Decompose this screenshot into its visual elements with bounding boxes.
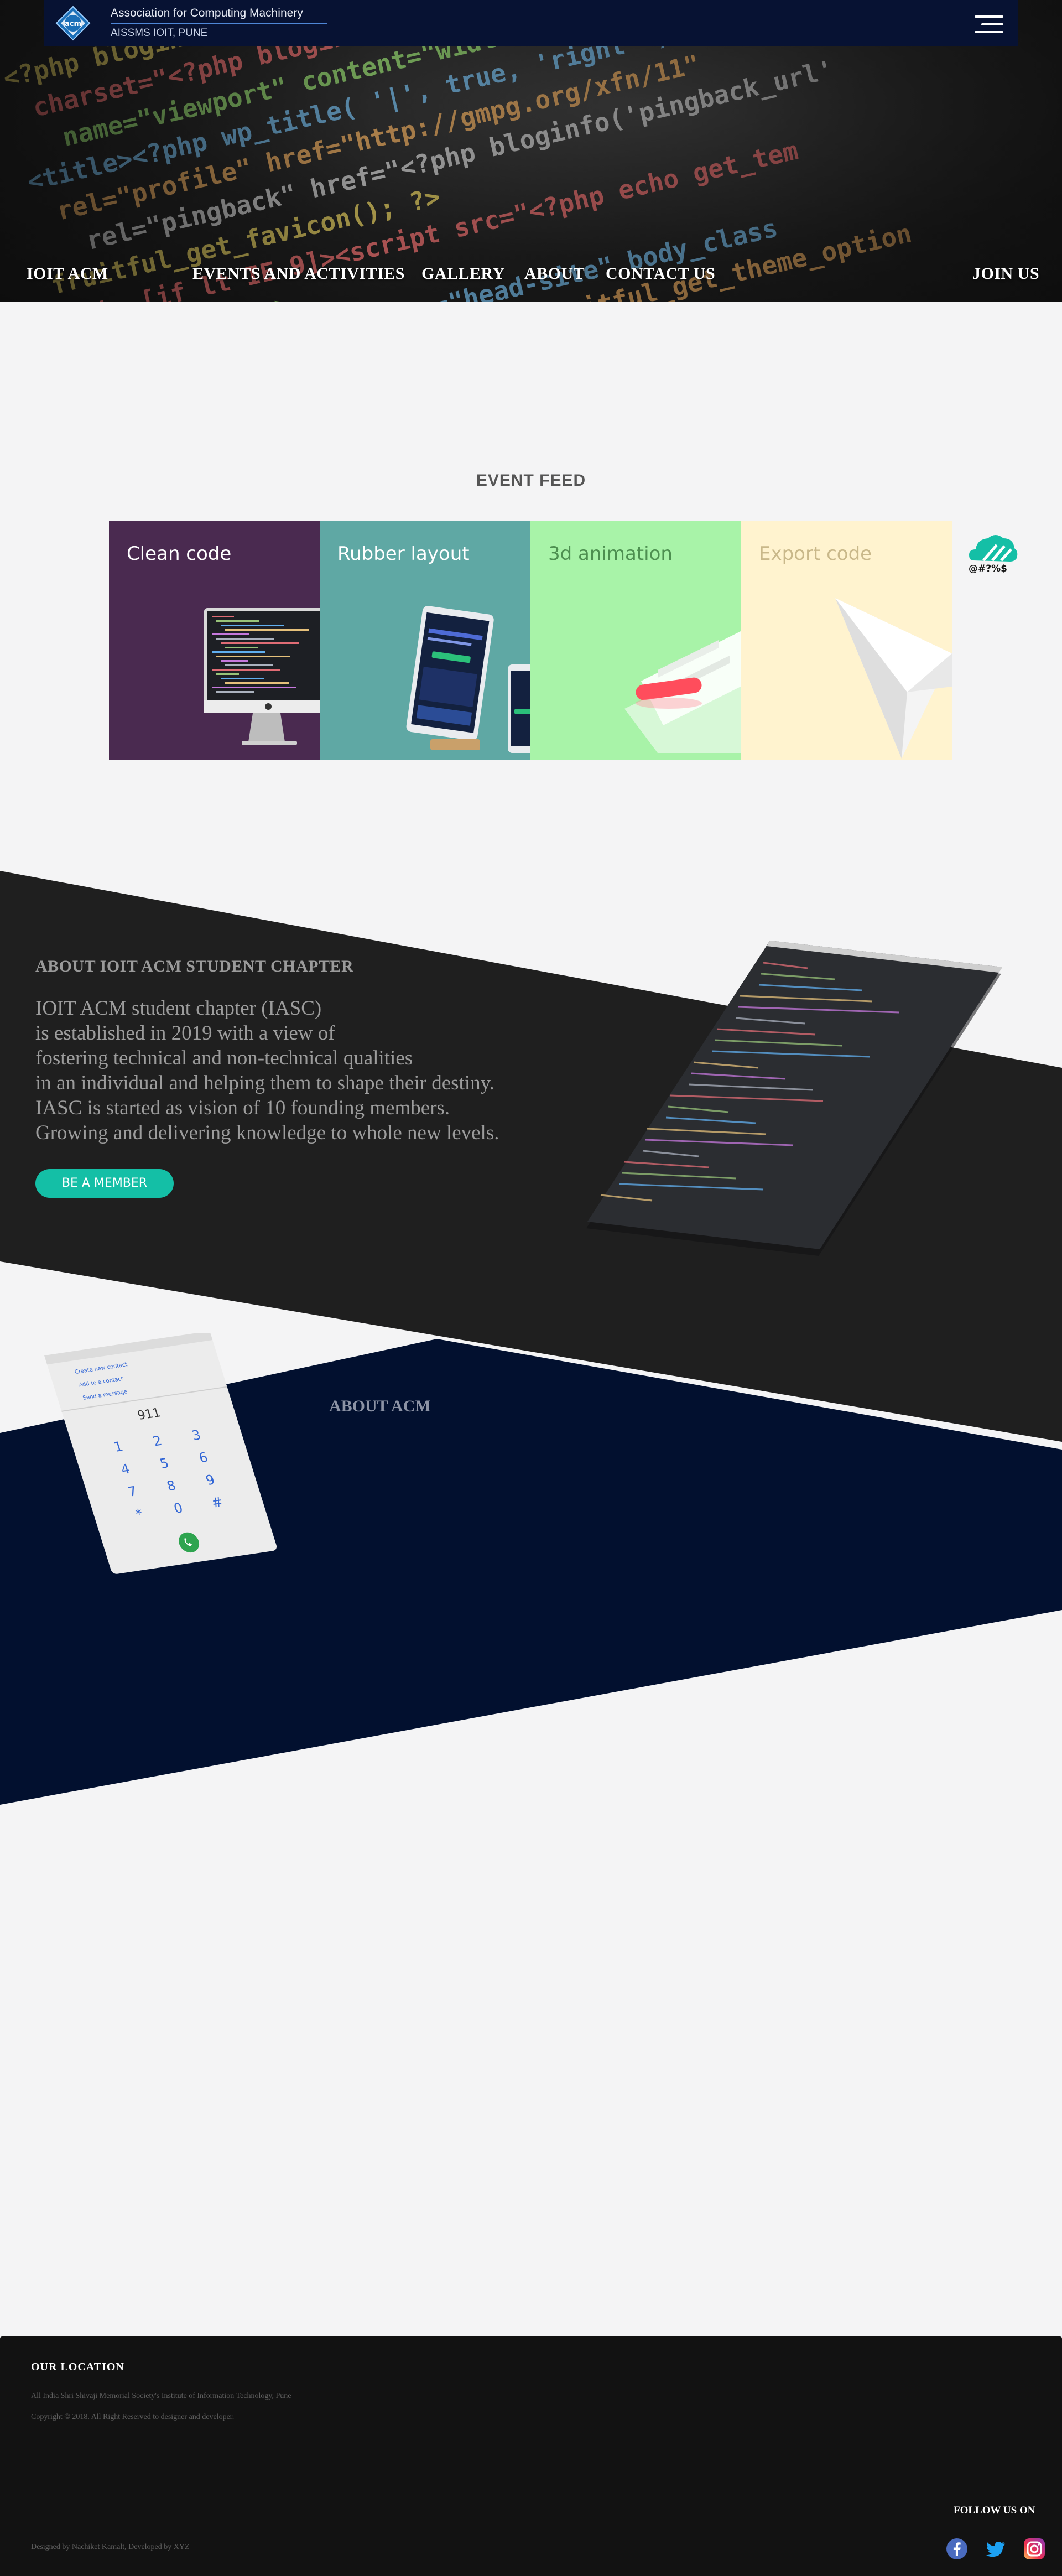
nav-events[interactable]: EVENTS AND ACTIVITIES bbox=[192, 264, 405, 283]
3d-form-illustration bbox=[624, 631, 741, 753]
facebook-icon[interactable] bbox=[946, 2538, 968, 2560]
org-subtitle: AISSMS IOIT, PUNE bbox=[111, 27, 208, 39]
event-card-3d-animation[interactable]: 3d animation bbox=[530, 521, 741, 760]
about-text-line: Growing and delivering knowledge to whol… bbox=[35, 1121, 499, 1144]
event-feed-carousel: Clean code Rubber layout 3d animation Ex… bbox=[109, 521, 952, 760]
code-editor-screen-illustration bbox=[586, 941, 1002, 1256]
about-text-line: in an individual and helping them to sha… bbox=[35, 1072, 494, 1094]
twitter-icon[interactable] bbox=[985, 2538, 1007, 2560]
event-card-export-code[interactable]: Export code bbox=[741, 521, 952, 760]
site-footer: OUR LOCATION All India Shri Shivaji Memo… bbox=[0, 2336, 1062, 2576]
about-text-line: IASC is started as vision of 10 founding… bbox=[35, 1097, 450, 1119]
nav-about[interactable]: ABOUT bbox=[524, 264, 585, 283]
card-title: Rubber layout bbox=[337, 543, 470, 565]
copyright-text: Copyright © 2018. All Right Reserved to … bbox=[31, 2413, 235, 2421]
event-card-clean-code[interactable]: Clean code bbox=[109, 521, 320, 760]
nav-contact[interactable]: CONTACT US bbox=[606, 264, 715, 283]
org-name: Association for Computing Machinery bbox=[111, 7, 303, 19]
header-divider bbox=[111, 23, 327, 24]
instagram-icon[interactable] bbox=[1023, 2538, 1045, 2560]
about-text-line: IOIT ACM student chapter (IASC) bbox=[35, 997, 322, 1020]
about-text-line: is established in 2019 with a view of bbox=[35, 1022, 335, 1045]
event-card-rubber-layout[interactable]: Rubber layout bbox=[320, 521, 530, 760]
acm-logo[interactable]: acm bbox=[55, 6, 91, 41]
about-acm-heading: ABOUT ACM bbox=[329, 1397, 431, 1415]
imac-illustration bbox=[204, 608, 320, 745]
top-header-bar: acm Association for Computing Machinery … bbox=[44, 0, 1018, 46]
event-feed-title: EVENT FEED bbox=[476, 471, 586, 490]
phone-dialer-illustration: Create new contact Add to a contact Send… bbox=[44, 1333, 277, 1574]
address-text: All India Shri Shivaji Memorial Society'… bbox=[31, 2392, 291, 2400]
card-title: Clean code bbox=[127, 543, 232, 565]
brand-label: @#?%$ bbox=[969, 563, 1007, 574]
tablet-illustration bbox=[406, 606, 530, 753]
hero-banner: <?php bloginfo( 'charset' ); ?> width=de… bbox=[0, 0, 1062, 302]
card-title: 3d animation bbox=[548, 543, 673, 565]
be-a-member-button[interactable]: BE A MEMBER bbox=[35, 1169, 174, 1198]
credit-text: Designed by Nachiket Kamalt, Developed b… bbox=[31, 2543, 190, 2551]
about-chapter-heading: ABOUT IOIT ACM STUDENT CHAPTER bbox=[35, 957, 354, 975]
nav-join-us[interactable]: JOIN US bbox=[972, 264, 1039, 283]
nav-brand[interactable]: IOIT ACM bbox=[27, 264, 108, 283]
hamburger-icon[interactable] bbox=[975, 14, 1003, 34]
follow-us-title: FOLLOW US ON bbox=[954, 2505, 1035, 2516]
paper-plane-illustration bbox=[835, 598, 952, 759]
svg-text:acm: acm bbox=[65, 20, 81, 28]
card-title: Export code bbox=[759, 543, 872, 565]
location-title: OUR LOCATION bbox=[31, 2361, 124, 2373]
about-text-line: fostering technical and non-technical qu… bbox=[35, 1047, 413, 1069]
nav-gallery[interactable]: GALLERY bbox=[421, 264, 505, 283]
